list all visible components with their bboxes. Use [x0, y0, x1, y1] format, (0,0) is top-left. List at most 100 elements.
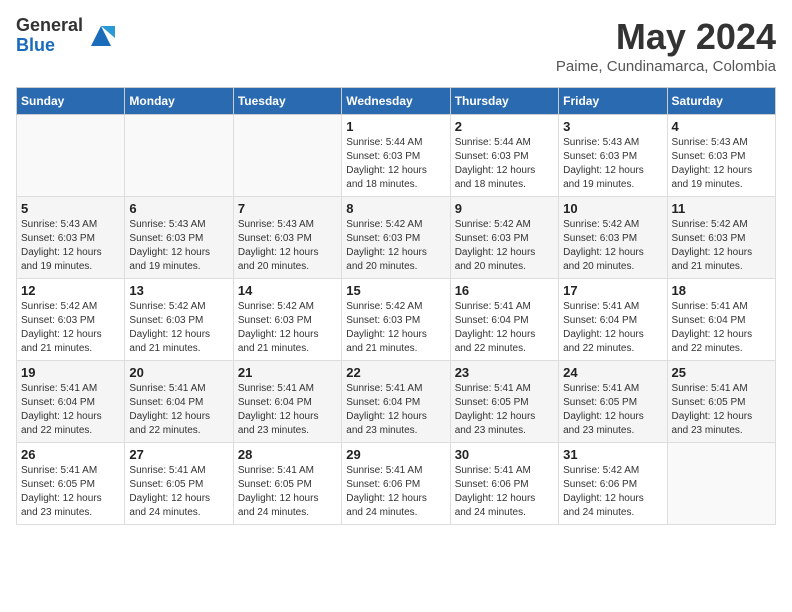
day-number: 20	[129, 365, 228, 380]
calendar-cell: 8 Sunrise: 5:42 AM Sunset: 6:03 PM Daylig…	[342, 197, 450, 279]
calendar-cell: 14Sunrise: 5:42 AM Sunset: 6:03 PM Dayli…	[233, 279, 341, 361]
calendar-cell: 17 Sunrise: 5:41 AM Sunset: 6:04 PM Dayli…	[559, 279, 667, 361]
calendar-cell: 28Sunrise: 5:41 AM Sunset: 6:05 PM Dayli…	[233, 443, 341, 525]
day-info: Sunrise: 5:41 AM Sunset: 6:04 PM Dayligh…	[129, 382, 228, 438]
calendar-cell: 1 Sunrise: 5:44 AM Sunset: 6:03 PM Daylig…	[342, 115, 450, 197]
day-number: 16	[455, 283, 554, 298]
calendar-cell: 20 Sunrise: 5:41 AM Sunset: 6:04 PM Dayli…	[125, 361, 233, 443]
page-header: General Blue May 2024 Paime, Cundinamarc…	[16, 16, 776, 75]
calendar-cell: 16 Sunrise: 5:41 AM Sunset: 6:04 PM Dayli…	[450, 279, 558, 361]
day-info: Sunrise: 5:44 AM Sunset: 6:03 PM Dayligh…	[455, 136, 554, 192]
calendar-week-row: 19 Sunrise: 5:41 AM Sunset: 6:04 PM Dayli…	[17, 361, 776, 443]
calendar-cell: 4Sunrise: 5:43 AM Sunset: 6:03 PM Daylig…	[667, 115, 775, 197]
day-number: 3	[563, 119, 662, 134]
calendar-cell	[667, 443, 775, 525]
day-number: 27	[129, 447, 228, 462]
day-number: 7	[238, 201, 337, 216]
weekday-header: Sunday	[17, 88, 125, 115]
day-number: 23	[455, 365, 554, 380]
day-info: Sunrise: 5:42 AM Sunset: 6:03 PM Dayligh…	[238, 300, 337, 356]
day-info: Sunrise: 5:43 AM Sunset: 6:03 PM Dayligh…	[563, 136, 662, 192]
calendar-cell: 9 Sunrise: 5:42 AM Sunset: 6:03 PM Daylig…	[450, 197, 558, 279]
calendar-cell: 3 Sunrise: 5:43 AM Sunset: 6:03 PM Daylig…	[559, 115, 667, 197]
day-info: Sunrise: 5:41 AM Sunset: 6:06 PM Dayligh…	[346, 464, 445, 520]
day-number: 22	[346, 365, 445, 380]
day-number: 9	[455, 201, 554, 216]
weekday-header: Thursday	[450, 88, 558, 115]
day-info: Sunrise: 5:41 AM Sunset: 6:06 PM Dayligh…	[455, 464, 554, 520]
weekday-header: Wednesday	[342, 88, 450, 115]
day-number: 6	[129, 201, 228, 216]
calendar-cell: 29 Sunrise: 5:41 AM Sunset: 6:06 PM Dayli…	[342, 443, 450, 525]
calendar-cell: 24Sunrise: 5:41 AM Sunset: 6:05 PM Dayli…	[559, 361, 667, 443]
calendar-cell: 2 Sunrise: 5:44 AM Sunset: 6:03 PM Daylig…	[450, 115, 558, 197]
calendar-cell: 19Sunrise: 5:41 AM Sunset: 6:04 PM Dayli…	[17, 361, 125, 443]
logo-blue: Blue	[16, 36, 83, 56]
day-info: Sunrise: 5:44 AM Sunset: 6:03 PM Dayligh…	[346, 136, 445, 192]
calendar-cell: 31 Sunrise: 5:42 AM Sunset: 6:06 PM Dayli…	[559, 443, 667, 525]
weekday-header: Saturday	[667, 88, 775, 115]
calendar-cell: 26 Sunrise: 5:41 AM Sunset: 6:05 PM Dayli…	[17, 443, 125, 525]
day-info: Sunrise: 5:41 AM Sunset: 6:05 PM Dayligh…	[455, 382, 554, 438]
day-info: Sunrise: 5:42 AM Sunset: 6:03 PM Dayligh…	[346, 300, 445, 356]
day-info: Sunrise: 5:41 AM Sunset: 6:04 PM Dayligh…	[672, 300, 771, 356]
day-info: Sunrise: 5:41 AM Sunset: 6:04 PM Dayligh…	[346, 382, 445, 438]
day-number: 11	[672, 201, 771, 216]
day-info: Sunrise: 5:43 AM Sunset: 6:03 PM Dayligh…	[21, 218, 120, 274]
day-info: Sunrise: 5:41 AM Sunset: 6:04 PM Dayligh…	[563, 300, 662, 356]
calendar-cell: 22 Sunrise: 5:41 AM Sunset: 6:04 PM Dayli…	[342, 361, 450, 443]
calendar-cell: 7Sunrise: 5:43 AM Sunset: 6:03 PM Daylig…	[233, 197, 341, 279]
calendar-cell: 23 Sunrise: 5:41 AM Sunset: 6:05 PM Dayli…	[450, 361, 558, 443]
logo: General Blue	[16, 16, 115, 56]
day-info: Sunrise: 5:43 AM Sunset: 6:03 PM Dayligh…	[129, 218, 228, 274]
day-number: 2	[455, 119, 554, 134]
day-number: 31	[563, 447, 662, 462]
day-number: 30	[455, 447, 554, 462]
calendar-cell: 25 Sunrise: 5:41 AM Sunset: 6:05 PM Dayli…	[667, 361, 775, 443]
day-number: 1	[346, 119, 445, 134]
calendar-cell	[17, 115, 125, 197]
day-info: Sunrise: 5:41 AM Sunset: 6:05 PM Dayligh…	[672, 382, 771, 438]
calendar-cell	[125, 115, 233, 197]
weekday-header: Friday	[559, 88, 667, 115]
calendar-cell: 13 Sunrise: 5:42 AM Sunset: 6:03 PM Dayli…	[125, 279, 233, 361]
day-info: Sunrise: 5:42 AM Sunset: 6:03 PM Dayligh…	[455, 218, 554, 274]
location-label: Paime, Cundinamarca, Colombia	[556, 58, 776, 75]
calendar-cell: 18Sunrise: 5:41 AM Sunset: 6:04 PM Dayli…	[667, 279, 775, 361]
day-number: 26	[21, 447, 120, 462]
day-info: Sunrise: 5:42 AM Sunset: 6:06 PM Dayligh…	[563, 464, 662, 520]
day-number: 19	[21, 365, 120, 380]
day-number: 17	[563, 283, 662, 298]
day-info: Sunrise: 5:41 AM Sunset: 6:05 PM Dayligh…	[21, 464, 120, 520]
calendar-week-row: 12Sunrise: 5:42 AM Sunset: 6:03 PM Dayli…	[17, 279, 776, 361]
day-info: Sunrise: 5:42 AM Sunset: 6:03 PM Dayligh…	[672, 218, 771, 274]
day-number: 15	[346, 283, 445, 298]
calendar-week-row: 5 Sunrise: 5:43 AM Sunset: 6:03 PM Daylig…	[17, 197, 776, 279]
calendar-cell: 5 Sunrise: 5:43 AM Sunset: 6:03 PM Daylig…	[17, 197, 125, 279]
day-info: Sunrise: 5:41 AM Sunset: 6:04 PM Dayligh…	[238, 382, 337, 438]
day-info: Sunrise: 5:41 AM Sunset: 6:05 PM Dayligh…	[129, 464, 228, 520]
day-number: 5	[21, 201, 120, 216]
day-number: 25	[672, 365, 771, 380]
day-info: Sunrise: 5:42 AM Sunset: 6:03 PM Dayligh…	[129, 300, 228, 356]
day-number: 29	[346, 447, 445, 462]
weekday-header-row: SundayMondayTuesdayWednesdayThursdayFrid…	[17, 88, 776, 115]
calendar-cell: 15 Sunrise: 5:42 AM Sunset: 6:03 PM Dayli…	[342, 279, 450, 361]
day-number: 8	[346, 201, 445, 216]
weekday-header: Monday	[125, 88, 233, 115]
day-info: Sunrise: 5:41 AM Sunset: 6:04 PM Dayligh…	[455, 300, 554, 356]
day-number: 28	[238, 447, 337, 462]
day-number: 13	[129, 283, 228, 298]
day-number: 24	[563, 365, 662, 380]
month-year-title: May 2024	[556, 16, 776, 58]
logo-icon	[87, 22, 115, 50]
day-info: Sunrise: 5:42 AM Sunset: 6:03 PM Dayligh…	[21, 300, 120, 356]
day-info: Sunrise: 5:42 AM Sunset: 6:03 PM Dayligh…	[346, 218, 445, 274]
calendar-cell: 27 Sunrise: 5:41 AM Sunset: 6:05 PM Dayli…	[125, 443, 233, 525]
calendar-week-row: 1 Sunrise: 5:44 AM Sunset: 6:03 PM Daylig…	[17, 115, 776, 197]
calendar-cell: 21Sunrise: 5:41 AM Sunset: 6:04 PM Dayli…	[233, 361, 341, 443]
day-number: 10	[563, 201, 662, 216]
day-number: 4	[672, 119, 771, 134]
calendar-cell: 6 Sunrise: 5:43 AM Sunset: 6:03 PM Daylig…	[125, 197, 233, 279]
calendar-cell: 11 Sunrise: 5:42 AM Sunset: 6:03 PM Dayli…	[667, 197, 775, 279]
